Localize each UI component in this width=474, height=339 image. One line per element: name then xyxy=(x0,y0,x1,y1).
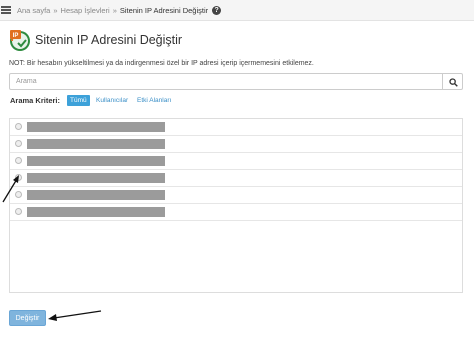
account-radio[interactable] xyxy=(15,123,22,130)
breadcrumb-current: Sitenin IP Adresini Değiştir xyxy=(119,5,209,15)
search-icon xyxy=(449,78,458,87)
change-button[interactable]: Değiştir xyxy=(9,310,46,326)
breadcrumb-separator: » xyxy=(112,5,117,15)
list-item[interactable] xyxy=(10,153,462,170)
filter-domains-link[interactable]: Etki Alanları xyxy=(137,97,171,104)
filter-label: Arama Kriteri: xyxy=(10,96,61,105)
search-button[interactable] xyxy=(442,73,463,90)
account-radio[interactable] xyxy=(15,208,22,215)
list-item[interactable] xyxy=(10,136,462,153)
account-radio[interactable] xyxy=(15,140,22,147)
list-item[interactable] xyxy=(10,119,462,136)
hamburger-menu-icon[interactable] xyxy=(1,6,11,14)
breadcrumb-home-link[interactable]: Ana sayfa xyxy=(17,6,50,15)
account-list xyxy=(9,118,463,293)
info-note: NOT: Bir hesabın yükseltilmesi ya da ind… xyxy=(9,60,314,67)
list-item[interactable] xyxy=(10,170,462,187)
breadcrumb-separator: » xyxy=(53,5,58,15)
redacted-account-name xyxy=(27,139,165,149)
search-input[interactable] xyxy=(9,73,443,90)
page-title: Sitenin IP Adresini Değiştir xyxy=(35,33,183,47)
list-item[interactable] xyxy=(10,187,462,204)
filter-all-button[interactable]: Tümü xyxy=(67,95,90,106)
redacted-account-name xyxy=(27,122,165,132)
redacted-account-name xyxy=(27,173,165,183)
breadcrumb-bar: Ana sayfa » Hesap İşlevleri » Sitenin IP… xyxy=(0,0,474,21)
account-radio[interactable] xyxy=(15,191,22,198)
help-icon[interactable]: ? xyxy=(212,5,222,15)
list-item[interactable] xyxy=(10,204,462,221)
annotation-arrow-button xyxy=(48,310,102,321)
redacted-account-name xyxy=(27,207,165,217)
redacted-account-name xyxy=(27,190,165,200)
ip-change-icon: IP xyxy=(10,30,30,51)
breadcrumb-account-functions-link[interactable]: Hesap İşlevleri xyxy=(61,6,110,15)
filter-users-link[interactable]: Kullanıcılar xyxy=(96,97,128,104)
svg-text:IP: IP xyxy=(13,33,19,39)
account-radio[interactable] xyxy=(15,174,22,181)
account-radio[interactable] xyxy=(15,157,22,164)
redacted-account-name xyxy=(27,156,165,166)
